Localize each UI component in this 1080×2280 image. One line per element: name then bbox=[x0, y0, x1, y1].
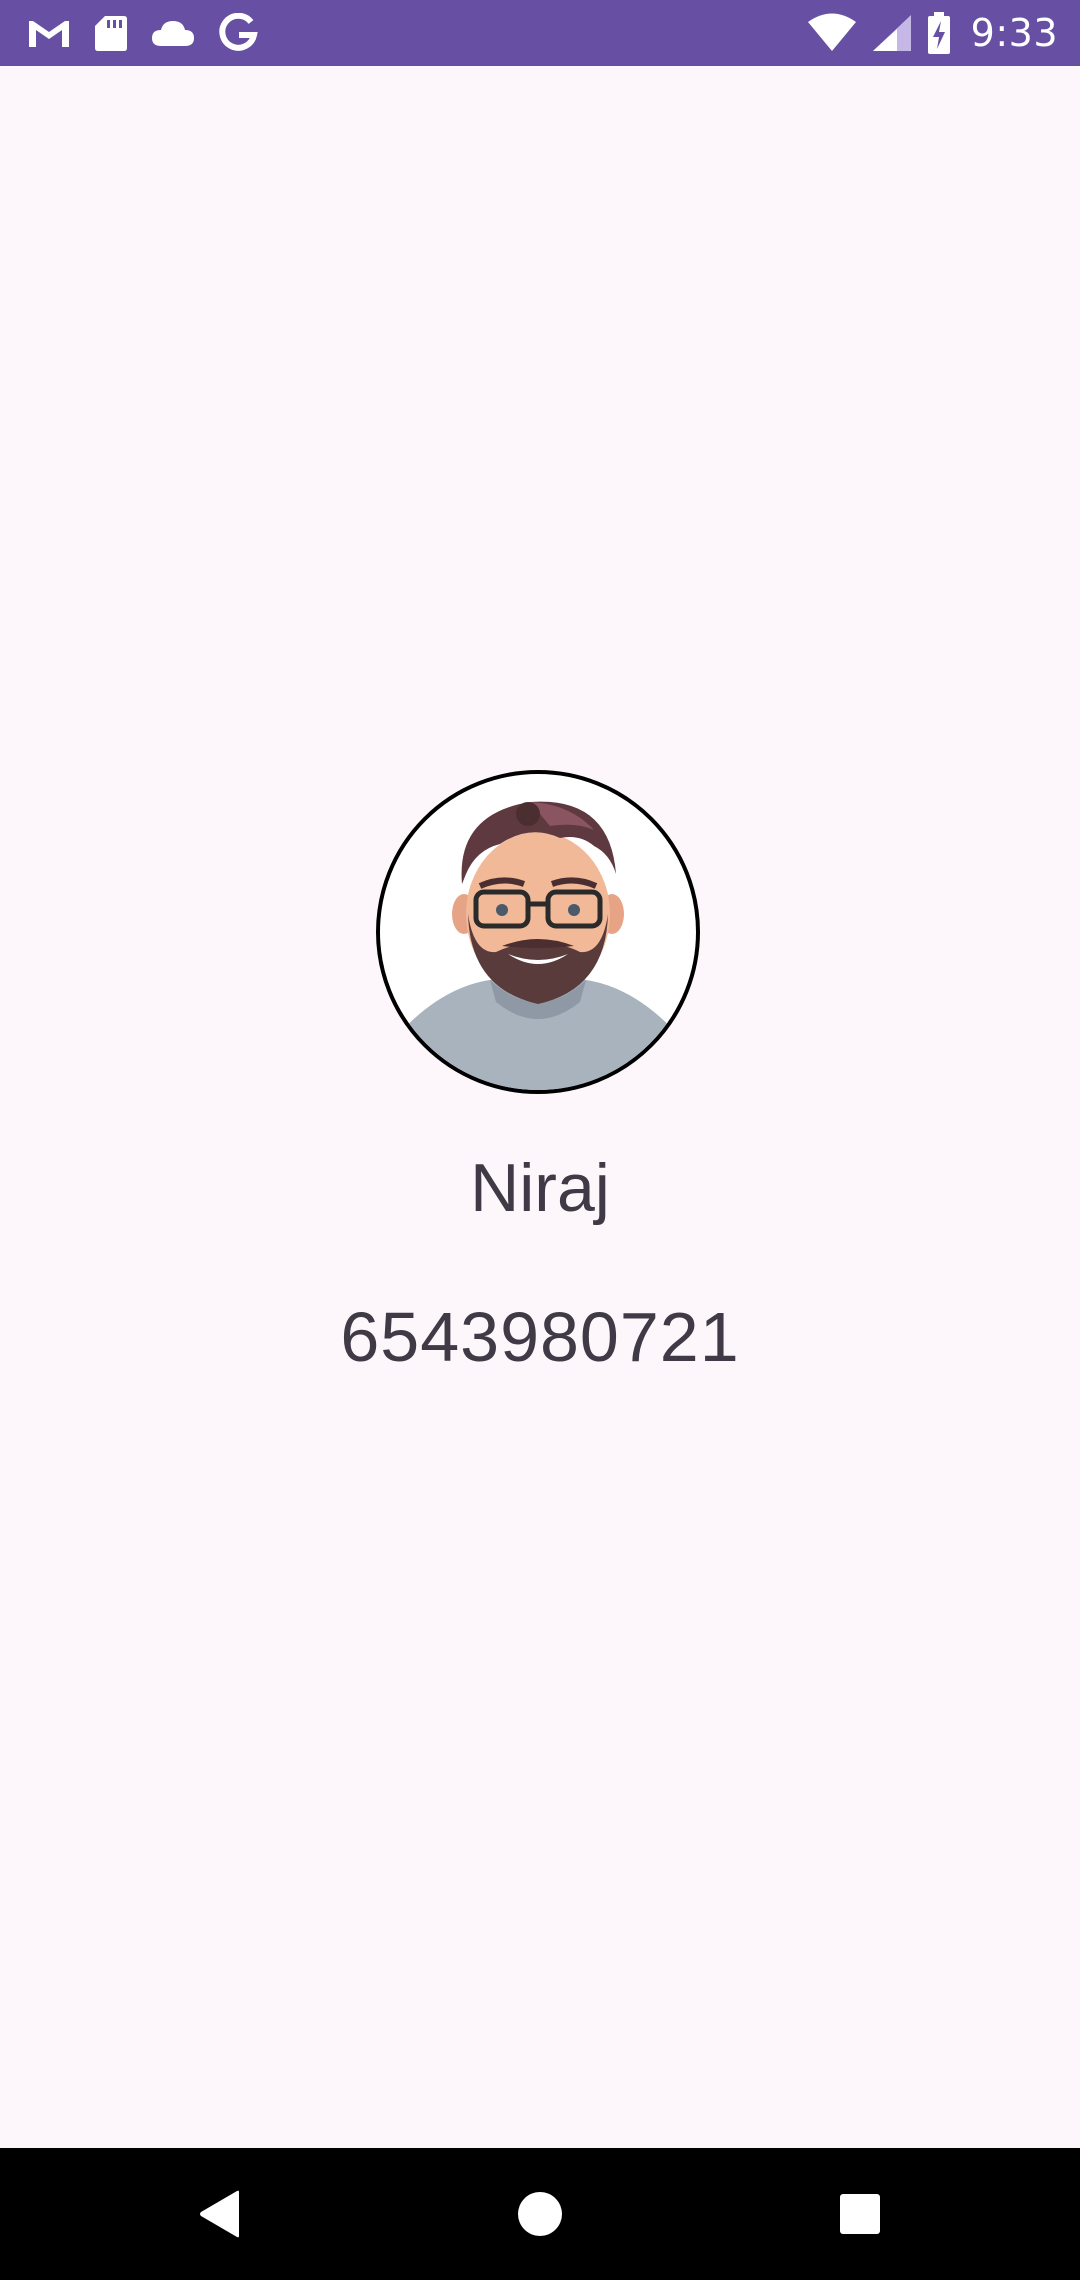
contact-name: Niraj bbox=[470, 1150, 610, 1226]
gmail-icon bbox=[26, 16, 72, 50]
recents-icon bbox=[840, 2194, 880, 2234]
contact-phone: 6543980721 bbox=[340, 1298, 740, 1376]
status-bar: 9:33 bbox=[0, 0, 1080, 66]
cloud-icon bbox=[150, 18, 196, 48]
cell-signal-icon bbox=[871, 13, 913, 53]
notification-icons bbox=[26, 0, 258, 66]
system-status-icons: 9:33 bbox=[807, 0, 1058, 66]
avatar-cartoon-man-icon bbox=[390, 801, 686, 1090]
battery-charging-icon bbox=[927, 11, 951, 55]
status-time: 9:33 bbox=[970, 11, 1058, 55]
back-button[interactable] bbox=[154, 2148, 286, 2280]
back-icon bbox=[200, 2190, 239, 2238]
home-icon bbox=[518, 2192, 562, 2236]
google-icon bbox=[218, 13, 258, 53]
navigation-bar bbox=[0, 2148, 1080, 2280]
sd-card-icon bbox=[94, 14, 128, 52]
recents-button[interactable] bbox=[794, 2148, 926, 2280]
home-button[interactable] bbox=[474, 2148, 606, 2280]
profile-screen: Niraj 6543980721 bbox=[0, 66, 1080, 2148]
wifi-icon bbox=[807, 13, 857, 53]
avatar bbox=[376, 770, 700, 1094]
